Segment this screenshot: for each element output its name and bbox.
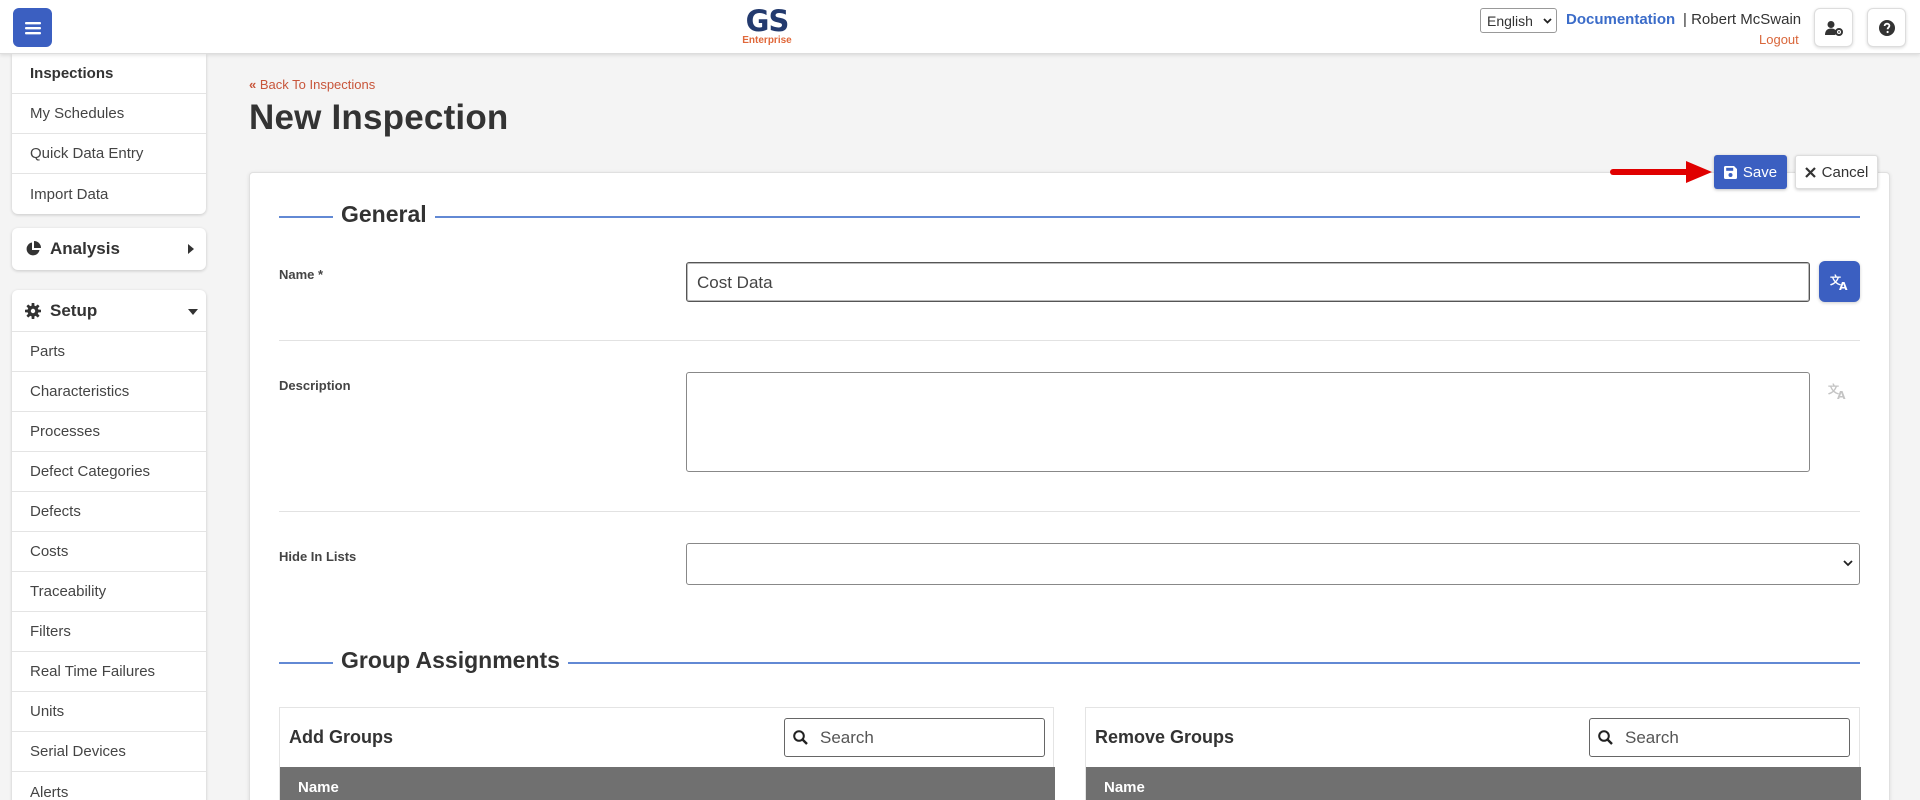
floppy-disk-icon	[1723, 165, 1737, 179]
general-legend-title: General	[333, 201, 435, 228]
svg-text:A: A	[1839, 280, 1848, 291]
sidebar-item-inspections[interactable]: Inspections	[12, 54, 206, 94]
back-link-label: Back To Inspections	[259, 77, 376, 92]
sidebar-item-my-schedules[interactable]: My Schedules	[12, 94, 206, 134]
logo-sub-text: Enterprise	[742, 35, 792, 46]
divider	[279, 340, 1860, 341]
user-settings-icon	[1824, 20, 1843, 36]
description-label: Description	[279, 378, 351, 393]
user-name-text: Robert McSwain	[1691, 11, 1802, 28]
inspections-panel: Inspections My Schedules Quick Data Entr…	[12, 54, 206, 214]
sidebar-item-serial-devices[interactable]: Serial Devices	[12, 732, 206, 772]
language-select[interactable]: English	[1480, 8, 1557, 33]
user-name: | Robert McSwain	[1683, 11, 1801, 28]
documentation-link[interactable]: Documentation	[1566, 11, 1675, 28]
caret-down-icon	[188, 309, 198, 315]
general-legend-line	[279, 216, 1860, 218]
save-label: Save	[1742, 163, 1778, 181]
description-textarea[interactable]	[686, 372, 1810, 472]
sidebar-item-real-time-failures[interactable]: Real Time Failures	[12, 652, 206, 692]
add-groups-title: Add Groups	[289, 727, 393, 747]
save-button[interactable]: Save	[1714, 155, 1787, 189]
search-icon	[1598, 730, 1613, 745]
sidebar-item-units[interactable]: Units	[12, 692, 206, 732]
user-settings-button[interactable]	[1814, 8, 1853, 47]
remove-groups-search-placeholder: Search	[1625, 727, 1679, 747]
add-groups-search-placeholder: Search	[820, 727, 874, 747]
analysis-label: Analysis	[50, 239, 120, 258]
name-label: Name *	[279, 267, 324, 282]
remove-groups-table-header: Name	[1086, 767, 1861, 800]
translate-icon: 文 A	[1830, 273, 1848, 291]
header-separator: |	[1683, 11, 1687, 28]
sidebar-item-defect-categories[interactable]: Defect Categories	[12, 452, 206, 492]
cancel-label: Cancel	[1821, 163, 1869, 181]
group-assignments-legend-title: Group Assignments	[333, 647, 568, 674]
add-groups-table-header: Name	[280, 767, 1055, 800]
sidebar-item-filters[interactable]: Filters	[12, 612, 206, 652]
remove-groups-name-column[interactable]: Name	[1104, 779, 1145, 796]
sidebar-item-import-data[interactable]: Import Data	[12, 174, 206, 214]
app-logo[interactable]: GS Enterprise	[739, 6, 795, 46]
analysis-section: Analysis	[12, 228, 206, 270]
name-translate-button[interactable]: 文 A	[1819, 261, 1860, 302]
top-bar: GS Enterprise English Documentation | Ro…	[0, 0, 1920, 54]
add-groups-panel: Add Groups Search Name	[279, 707, 1055, 800]
description-translate-icon[interactable]: 文 A	[1828, 382, 1848, 400]
sidebar-item-quick-data-entry[interactable]: Quick Data Entry	[12, 134, 206, 174]
logo-main-text: GS	[745, 4, 790, 38]
search-icon	[793, 730, 808, 745]
gear-icon	[24, 302, 42, 320]
sidebar: Inspections My Schedules Quick Data Entr…	[12, 54, 206, 800]
hide-in-lists-select[interactable]	[686, 543, 1860, 585]
svg-text:A: A	[1837, 389, 1846, 400]
menu-button[interactable]	[13, 8, 52, 47]
page-title: New Inspection	[249, 98, 509, 137]
sidebar-item-characteristics[interactable]: Characteristics	[12, 372, 206, 412]
caret-right-icon	[188, 244, 194, 254]
setup-section: Setup Parts Characteristics Processes De…	[12, 290, 206, 800]
sidebar-item-parts[interactable]: Parts	[12, 332, 206, 372]
sidebar-item-processes[interactable]: Processes	[12, 412, 206, 452]
close-icon	[1804, 166, 1816, 178]
hamburger-icon	[24, 21, 41, 34]
remove-groups-title: Remove Groups	[1095, 727, 1235, 747]
back-to-inspections-link[interactable]: « Back To Inspections	[249, 77, 375, 92]
setup-section-header[interactable]: Setup	[12, 290, 206, 332]
hide-in-lists-label: Hide In Lists	[279, 549, 357, 564]
remove-groups-panel: Remove Groups Search Name	[1085, 707, 1861, 800]
add-groups-search-input[interactable]: Search	[784, 718, 1045, 757]
pie-chart-icon	[24, 240, 42, 258]
red-arrow-annotation	[1610, 161, 1712, 183]
help-button[interactable]	[1867, 8, 1906, 47]
name-input[interactable]: Cost Data	[686, 262, 1810, 302]
analysis-section-header[interactable]: Analysis	[12, 228, 206, 270]
logout-link[interactable]: Logout	[1759, 32, 1799, 47]
sidebar-item-costs[interactable]: Costs	[12, 532, 206, 572]
double-chevron-left-icon: «	[249, 77, 257, 92]
sidebar-item-traceability[interactable]: Traceability	[12, 572, 206, 612]
chevron-down-icon	[1543, 17, 1552, 24]
cancel-button[interactable]: Cancel	[1795, 155, 1878, 189]
language-value: English	[1487, 12, 1533, 29]
divider	[279, 511, 1860, 512]
sidebar-item-alerts[interactable]: Alerts	[12, 772, 206, 800]
sidebar-item-defects[interactable]: Defects	[12, 492, 206, 532]
help-icon	[1878, 19, 1895, 36]
chevron-down-icon	[1843, 560, 1853, 567]
setup-label: Setup	[50, 300, 98, 320]
remove-groups-search-input[interactable]: Search	[1589, 718, 1850, 757]
add-groups-name-column[interactable]: Name	[298, 779, 339, 796]
